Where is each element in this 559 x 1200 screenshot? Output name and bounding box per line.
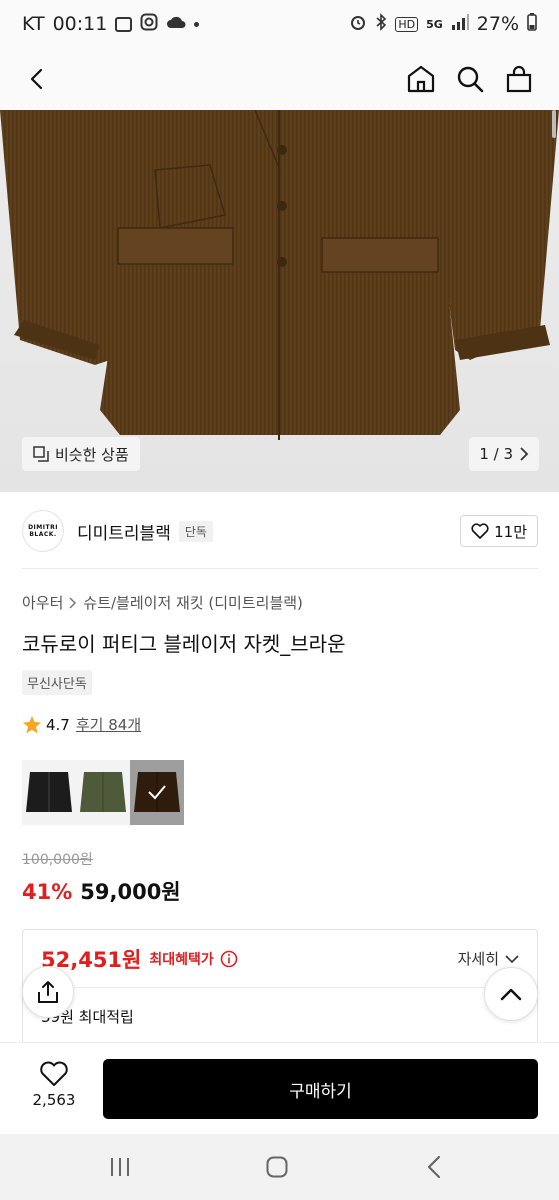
swatch-black[interactable] xyxy=(22,760,76,825)
brand-like-count: 11만 xyxy=(494,522,527,541)
detail-label: 자세히 xyxy=(457,950,499,968)
wishlist-button[interactable]: 2,563 xyxy=(22,1061,86,1121)
alarm-icon xyxy=(349,13,367,35)
original-price: 100,000원 xyxy=(22,852,93,868)
clock: 00:11 xyxy=(52,13,108,35)
network-type: 5G xyxy=(426,17,443,31)
cart-button[interactable] xyxy=(497,57,541,101)
breadcrumb-item[interactable]: 슈트/블레이저 재킷 (디미트리블랙) xyxy=(83,592,303,613)
instagram-icon xyxy=(140,13,158,35)
chevron-up-icon xyxy=(500,988,522,1001)
color-swatches xyxy=(22,760,184,825)
scroll-top-button[interactable] xyxy=(484,967,538,1021)
back-icon xyxy=(427,1155,441,1179)
search-icon xyxy=(457,66,484,93)
check-icon xyxy=(148,785,166,800)
home-icon xyxy=(407,65,435,93)
info-icon[interactable] xyxy=(220,950,238,968)
brand-name[interactable]: 디미트리블랙 xyxy=(77,519,171,544)
divider xyxy=(22,568,538,569)
search-button[interactable] xyxy=(448,57,492,101)
swatch-brown-selected[interactable] xyxy=(130,760,184,825)
image-page-indicator[interactable]: 1 / 3 xyxy=(469,437,539,471)
star-icon xyxy=(23,715,41,733)
copy-icon xyxy=(33,446,49,462)
scroll-indicator xyxy=(552,110,556,138)
buy-button[interactable]: 구매하기 xyxy=(103,1059,538,1119)
home-button[interactable] xyxy=(399,57,443,101)
bluetooth-icon xyxy=(375,13,387,35)
rating[interactable]: 4.7 후기 84개 xyxy=(22,714,141,735)
carrier-label: KT xyxy=(22,13,45,35)
battery-icon xyxy=(527,13,537,35)
home-nav-button[interactable] xyxy=(257,1150,297,1184)
breadcrumb: 아우터 슈트/블레이저 재킷 (디미트리블랙) xyxy=(22,592,303,613)
hd-badge: HD xyxy=(395,16,419,32)
similar-products-button[interactable]: 비슷한 상품 xyxy=(22,437,140,471)
brand-row: DIMITRI BLACK. 디미트리블랙 단독 11만 xyxy=(22,509,538,553)
brand-exclusive-tag: 단독 xyxy=(178,520,213,542)
page-indicator-label: 1 / 3 xyxy=(479,445,513,463)
home-circle-icon xyxy=(266,1156,288,1178)
jacket-thumbnail xyxy=(80,772,126,812)
notification-dot-icon xyxy=(194,21,200,27)
brand-logo-line2: BLACK. xyxy=(29,531,57,538)
product-image-carousel[interactable] xyxy=(0,110,559,492)
rating-score: 4.7 xyxy=(46,715,70,734)
product-image xyxy=(0,110,559,440)
similar-products-label: 비슷한 상품 xyxy=(55,445,129,464)
sale-price: 59,000원 xyxy=(80,880,181,904)
back-nav-button[interactable] xyxy=(414,1150,454,1184)
gallery-icon xyxy=(115,16,133,32)
max-benefit-label: 최대혜택가 xyxy=(149,951,214,968)
discount-rate: 41% xyxy=(22,880,73,904)
exclusive-tag: 무신사단독 xyxy=(22,670,92,695)
chevron-right-icon xyxy=(520,447,529,461)
brand-logo-line1: DIMITRI xyxy=(28,523,58,531)
heart-icon xyxy=(40,1061,68,1086)
share-icon xyxy=(38,981,58,1003)
cloud-icon xyxy=(166,15,186,33)
reviews-link[interactable]: 후기 84개 xyxy=(76,714,141,735)
shopping-bag-icon xyxy=(506,65,532,93)
sale-price-row: 41% 59,000원 xyxy=(22,876,181,906)
brand-logo[interactable]: DIMITRI BLACK. xyxy=(22,510,64,552)
chevron-left-icon xyxy=(30,68,43,90)
chevron-right-icon xyxy=(69,596,77,609)
share-button[interactable] xyxy=(22,966,74,1018)
recent-apps-icon xyxy=(111,1158,129,1176)
benefit-header[interactable]: 52,451원 최대혜택가 자세히 xyxy=(23,930,537,988)
brand-like-button[interactable]: 11만 xyxy=(460,515,538,547)
wishlist-count: 2,563 xyxy=(32,1091,76,1109)
back-button[interactable] xyxy=(16,57,60,101)
battery-percent: 27% xyxy=(476,13,519,35)
app-header xyxy=(0,48,559,110)
swatch-khaki[interactable] xyxy=(76,760,130,825)
jacket-thumbnail xyxy=(26,772,72,812)
recent-apps-button[interactable] xyxy=(100,1150,140,1184)
chevron-down-icon xyxy=(505,954,519,963)
product-title: 코듀로이 퍼티그 블레이저 자켓_브라운 xyxy=(22,632,346,656)
bottom-action-bar: 2,563 구매하기 xyxy=(0,1042,559,1134)
signal-icon xyxy=(451,14,469,34)
breadcrumb-item[interactable]: 아우터 xyxy=(22,592,63,613)
system-navigation-bar xyxy=(0,1134,559,1200)
status-bar: KT 00:11 HD 5G 27% xyxy=(0,0,559,48)
heart-icon xyxy=(471,523,489,539)
detail-toggle[interactable]: 자세히 xyxy=(458,948,519,969)
